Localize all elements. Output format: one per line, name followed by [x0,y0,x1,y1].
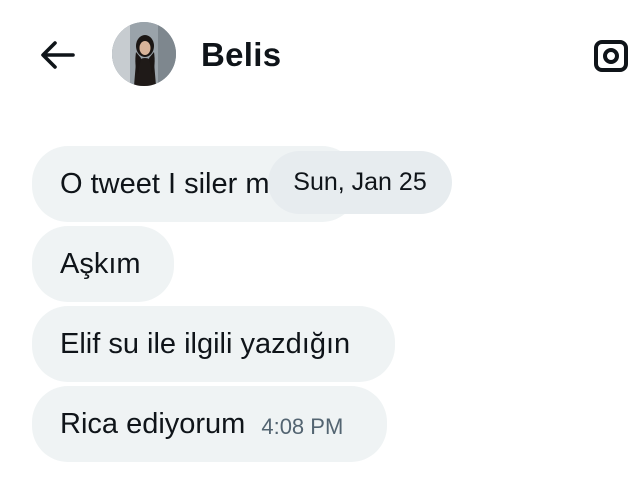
message-text: Rica ediyorum [60,407,246,440]
message-bubble[interactable]: Elif su ile ilgili yazdığın [32,306,395,382]
message-timestamp: 4:08 PM [261,414,344,439]
arrow-left-icon [41,41,75,69]
back-button[interactable] [36,34,78,76]
message-bubble[interactable]: Rica ediyorum 4:08 PM [32,386,387,462]
message-text: Aşkım [60,247,141,280]
message-text: Elif su ile ilgili yazdığın [60,327,351,360]
camera-icon [594,40,628,72]
camera-button[interactable] [592,36,631,76]
message-bubble[interactable]: Aşkım [32,226,174,302]
message-text: O tweet I siler mi [60,167,276,200]
avatar[interactable] [112,22,176,86]
avatar-photo [112,22,176,86]
date-separator: Sun, Jan 25 [268,151,452,214]
dm-conversation-screen: Belis O tweet I siler mi Sun, Jan 25 Aşk… [0,0,631,488]
contact-name[interactable]: Belis [201,36,281,74]
